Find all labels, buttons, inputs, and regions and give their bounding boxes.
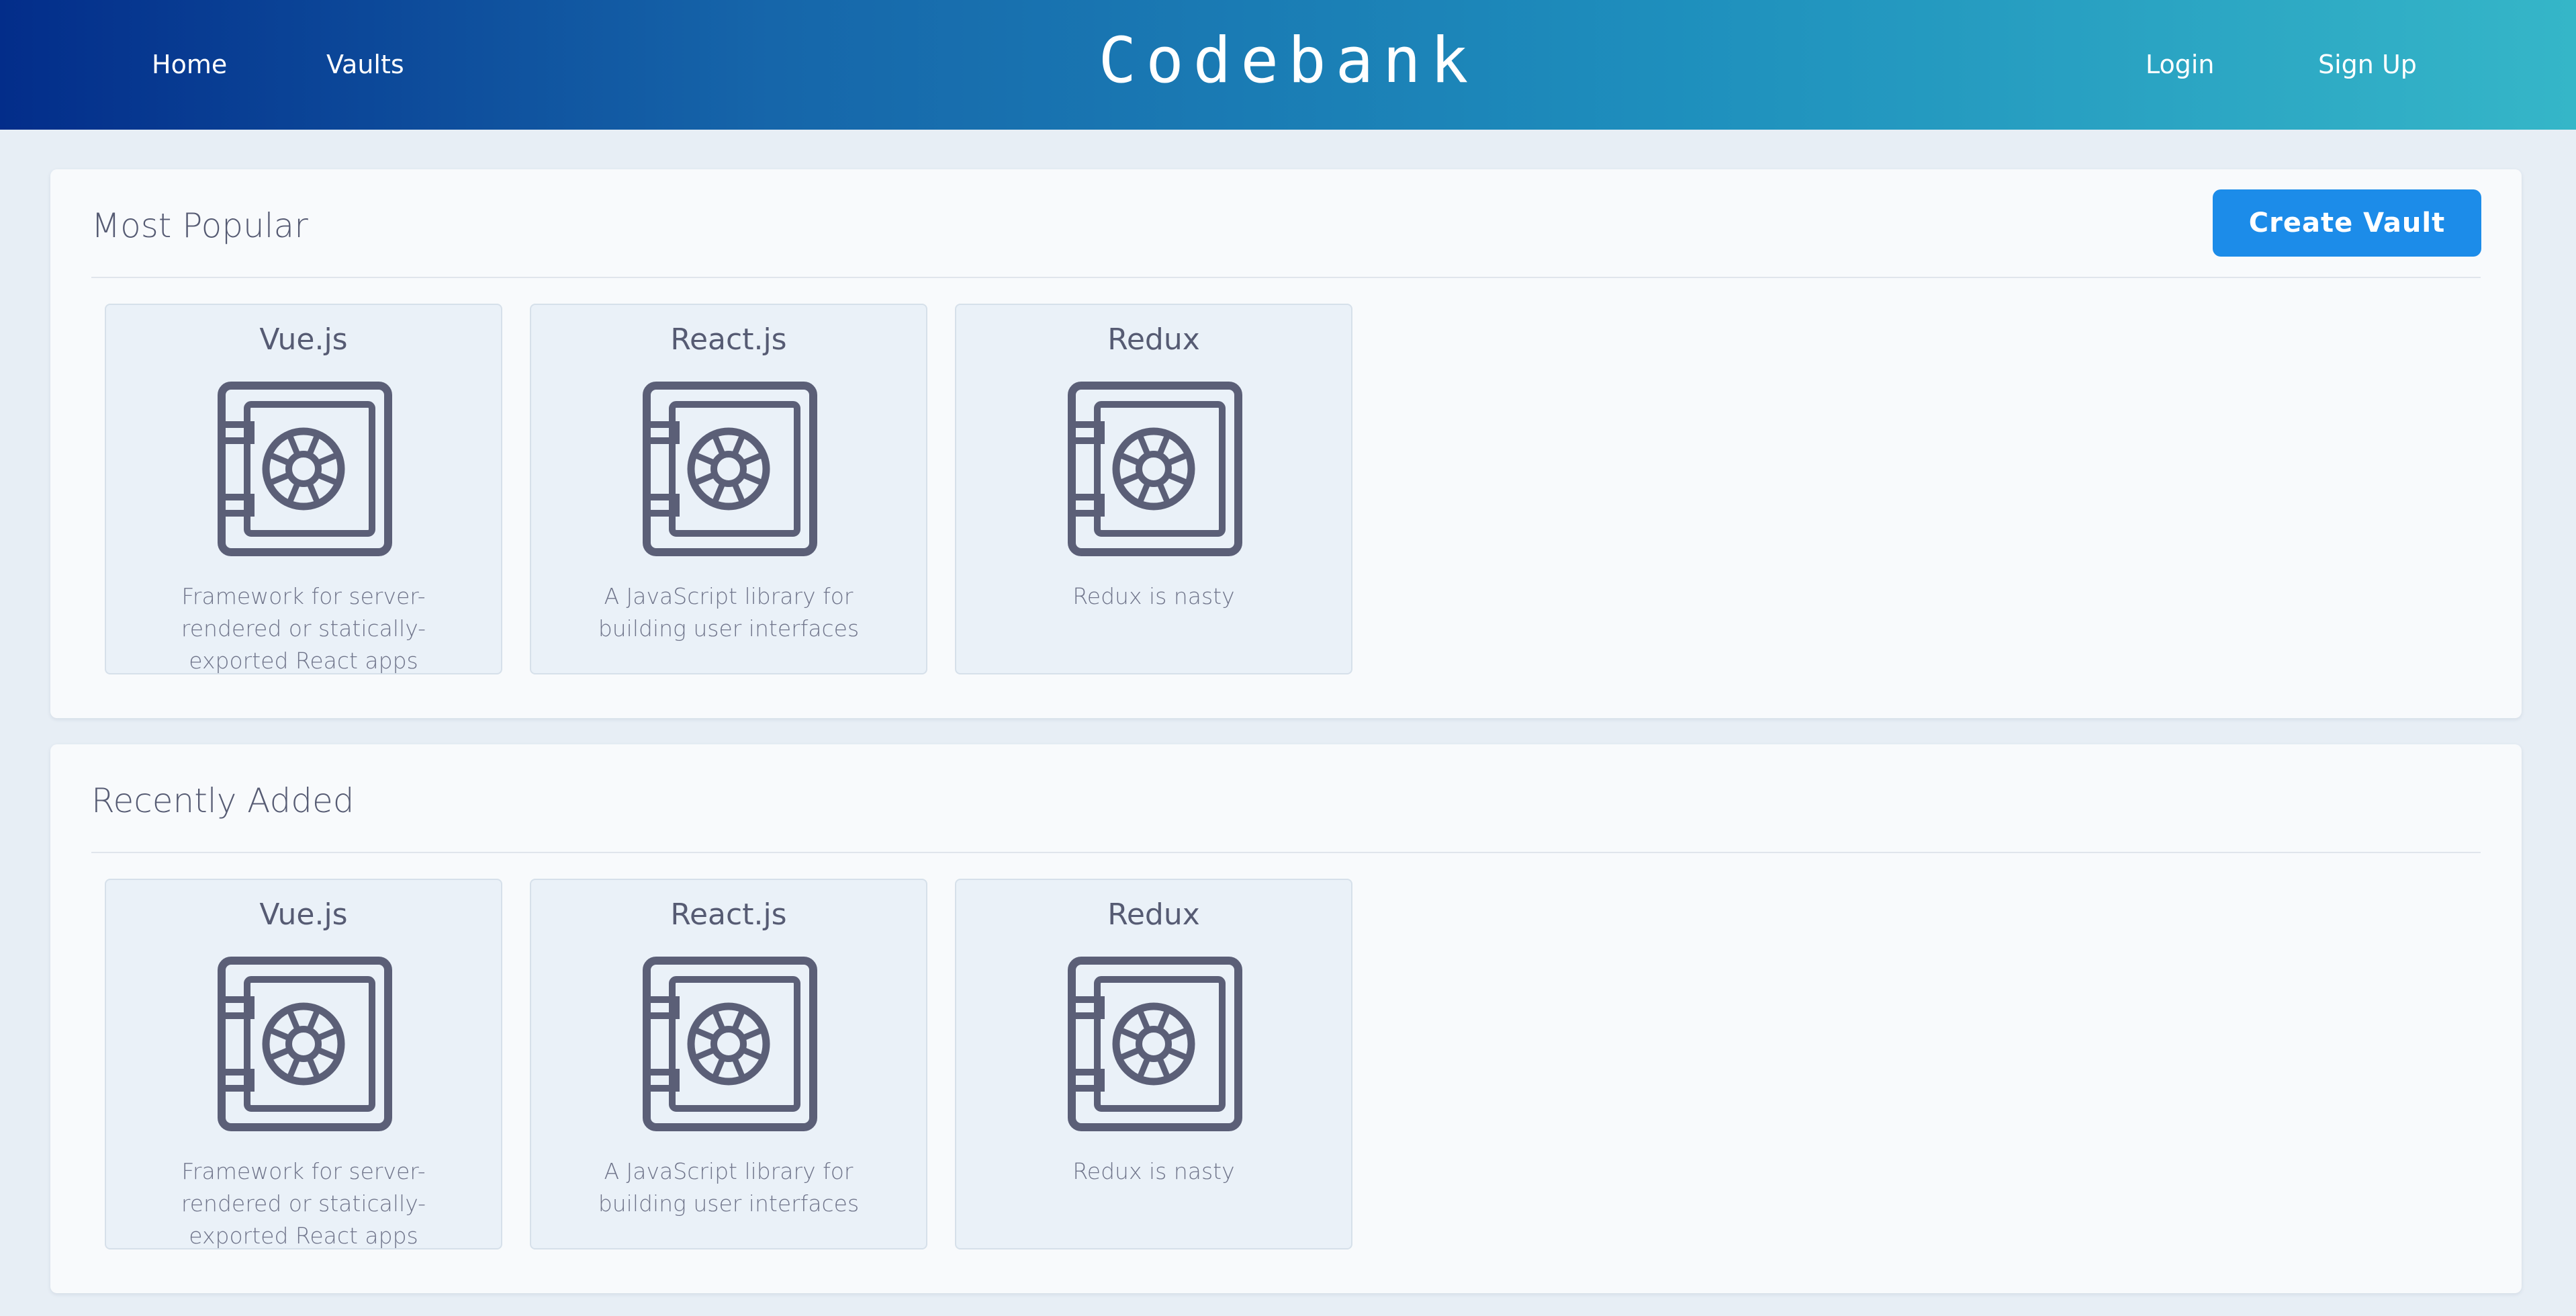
recently-added-section: Recently Added Vue.js Framework for serv… [50,744,2522,1293]
section-title: Most Popular [91,206,308,245]
create-vault-button[interactable]: Create Vault [2213,189,2481,257]
vault-safe-icon [643,382,817,556]
vault-card-description: A JavaScript library for building user i… [598,583,860,642]
vault-card-title: Redux [1107,897,1200,932]
vault-card-reactjs[interactable]: React.js A JavaScript library for buildi… [530,304,927,674]
top-navbar: Home Vaults Codebank Login Sign Up [0,0,2576,130]
vault-safe-icon [1068,382,1242,556]
vault-card-title: React.js [670,322,787,357]
vault-card-vuejs[interactable]: Vue.js Framework for server-rendered or … [105,879,502,1249]
section-divider [91,852,2481,853]
vault-card-description: Framework for server-rendered or statica… [181,1158,426,1249]
vault-card-description: A JavaScript library for building user i… [598,1158,860,1217]
vault-card-redux[interactable]: Redux Redux is nasty [955,304,1352,674]
section-divider [91,277,2481,278]
vault-card-title: Redux [1107,322,1200,357]
vault-card-vuejs[interactable]: Vue.js Framework for server-rendered or … [105,304,502,674]
vault-card-description: Redux is nasty [1072,583,1235,609]
vault-safe-icon [1068,957,1242,1131]
vault-safe-icon [643,957,817,1131]
nav-home-link[interactable]: Home [152,0,227,130]
vault-card-description: Framework for server-rendered or statica… [181,583,426,674]
section-title: Recently Added [91,781,355,820]
most-popular-section: Most Popular Create Vault Vue.js Framewo… [50,169,2522,718]
vault-card-reactjs[interactable]: React.js A JavaScript library for buildi… [530,879,927,1249]
vault-card-title: Vue.js [259,897,348,932]
nav-vaults-link[interactable]: Vaults [326,0,404,130]
nav-login-link[interactable]: Login [2146,0,2215,130]
vault-safe-icon [218,957,392,1131]
vault-card-title: Vue.js [259,322,348,357]
vault-card-redux[interactable]: Redux Redux is nasty [955,879,1352,1249]
vault-card-description: Redux is nasty [1072,1158,1235,1184]
vault-safe-icon [218,382,392,556]
nav-signup-link[interactable]: Sign Up [2318,0,2417,130]
vault-card-title: React.js [670,897,787,932]
